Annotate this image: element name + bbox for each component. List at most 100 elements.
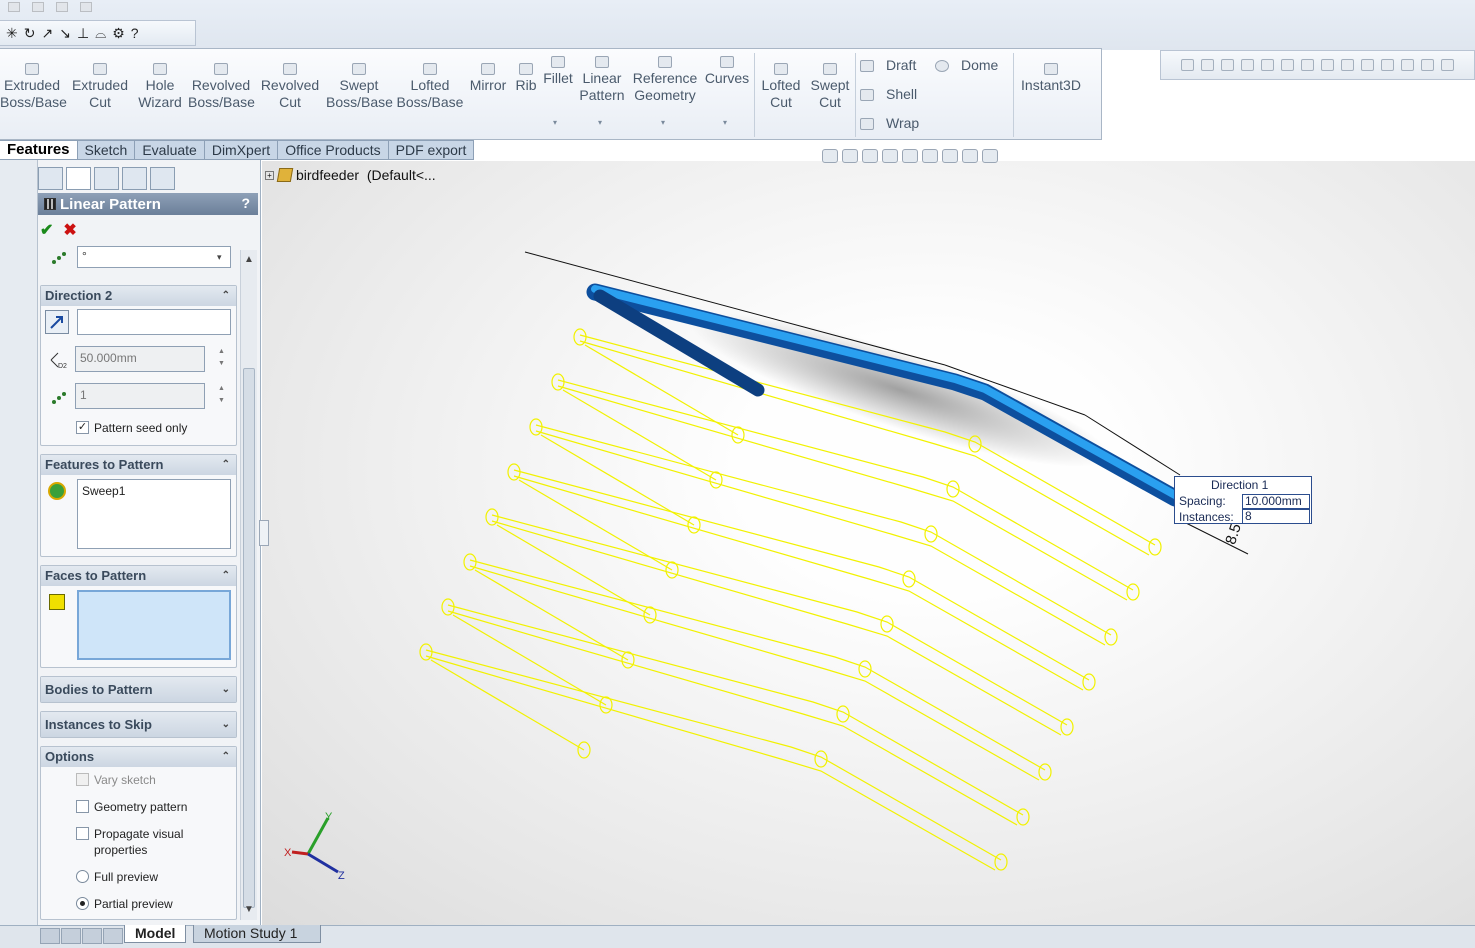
tool-icon[interactable] [1261, 59, 1274, 71]
expand-icon[interactable]: + [265, 170, 274, 180]
dropdown-arrow-icon[interactable]: ▾ [217, 252, 222, 263]
scroll-thumb[interactable] [243, 368, 255, 908]
hole-wizard-button[interactable]: Hole Wizard [136, 57, 184, 111]
expand-icon[interactable]: ⌄ [222, 712, 230, 737]
lofted-boss-button[interactable]: Lofted Boss/Base [396, 57, 464, 111]
tab-office-products[interactable]: Office Products [278, 140, 389, 160]
direction2-reference-field[interactable] [77, 309, 231, 335]
instances-input[interactable]: 8 [1242, 509, 1310, 524]
scroll-down-icon[interactable]: ▼ [244, 904, 254, 915]
direction1-callout[interactable]: Direction 1 Spacing: 10.000mm Instances:… [1174, 476, 1312, 524]
cancel-button[interactable]: ✖ [63, 220, 76, 240]
tab-pdf-export[interactable]: PDF export [388, 140, 475, 160]
revolved-cut-button[interactable]: Revolved Cut [258, 57, 322, 111]
panel-splitter[interactable] [259, 520, 269, 546]
dimxpert-manager-icon[interactable] [122, 167, 147, 190]
pm-scrollbar[interactable]: ▲ ▼ [240, 250, 257, 920]
hide-show-icon[interactable] [942, 149, 958, 163]
mirror-button[interactable]: Mirror [468, 57, 508, 94]
tab-dimxpert[interactable]: DimXpert [204, 140, 279, 160]
revolved-boss-button[interactable]: Revolved Boss/Base [188, 57, 255, 111]
instant3d-button[interactable]: Instant3D [1017, 57, 1085, 94]
tab-sketch[interactable]: Sketch [77, 140, 136, 160]
tool-icon[interactable] [1301, 59, 1314, 71]
point-tool-icon[interactable]: ✳ [6, 25, 18, 42]
wrap-button[interactable]: Wrap [860, 115, 919, 131]
features-header[interactable]: Features to Pattern ⌃ [41, 455, 236, 475]
faces-list[interactable] [77, 590, 231, 660]
first-tab-icon[interactable] [40, 928, 60, 944]
prev-tab-icon[interactable] [61, 928, 81, 944]
extruded-cut-button[interactable]: Extruded Cut [68, 57, 132, 111]
tool-icon[interactable] [1441, 59, 1454, 71]
geometry-pattern-checkbox[interactable] [76, 800, 89, 813]
display-style-icon[interactable] [922, 149, 938, 163]
view-orientation-icon[interactable] [902, 149, 918, 163]
tool-icon[interactable] [1281, 59, 1294, 71]
options-header[interactable]: Options ⌃ [41, 747, 236, 767]
partial-preview-radio[interactable] [76, 897, 89, 910]
display-manager-icon[interactable] [150, 167, 175, 190]
dome-button[interactable]: Dome [935, 57, 998, 73]
direction1-instances-field[interactable]: ° [77, 246, 231, 268]
tool-icon[interactable] [1241, 59, 1254, 71]
tool-icon[interactable] [1221, 59, 1234, 71]
linear-pattern-button[interactable]: Linear Pattern [578, 50, 626, 104]
direction2-instances-field[interactable]: 1 [75, 383, 205, 409]
page-icon[interactable] [80, 2, 92, 12]
spacing-input[interactable]: 10.000mm [1242, 494, 1310, 509]
reverse-direction-button[interactable] [45, 310, 69, 334]
tool-icon[interactable] [1321, 59, 1334, 71]
reference-geometry-button[interactable]: Reference Geometry [630, 50, 700, 104]
tab-model[interactable]: Model [124, 925, 187, 943]
vary-sketch-checkbox[interactable] [76, 773, 89, 786]
bodies-header[interactable]: Bodies to Pattern ⌄ [41, 677, 236, 702]
faces-header[interactable]: Faces to Pattern ⌃ [41, 566, 236, 586]
previous-view-icon[interactable] [862, 149, 878, 163]
feature-tree-flyout[interactable]: + birdfeeder (Default<... [265, 167, 436, 183]
rotate-tool-icon[interactable]: ↻ [24, 25, 36, 42]
zoom-area-icon[interactable] [842, 149, 858, 163]
tab-evaluate[interactable]: Evaluate [135, 140, 205, 160]
options-tool-icon[interactable]: ⚙ [112, 25, 125, 42]
tool-icon[interactable] [1401, 59, 1414, 71]
feature-manager-icon[interactable] [38, 167, 63, 190]
direction2-spacing-field[interactable]: 50.000mm [75, 346, 205, 372]
arrow-down-tool-icon[interactable]: ↘ [59, 25, 71, 42]
configuration-manager-icon[interactable] [94, 167, 119, 190]
last-tab-icon[interactable] [103, 928, 123, 944]
bodies-to-pattern-group[interactable]: Bodies to Pattern ⌄ [40, 676, 237, 703]
zoom-fit-icon[interactable] [822, 149, 838, 163]
curves-dropdown-icon[interactable]: ▾ [723, 118, 727, 127]
appearance-icon[interactable] [962, 149, 978, 163]
help-tool-icon[interactable]: ? [131, 25, 139, 41]
next-tab-icon[interactable] [82, 928, 102, 944]
tool-icon[interactable] [1201, 59, 1214, 71]
stop-icon[interactable] [32, 2, 44, 12]
skip-header[interactable]: Instances to Skip ⌄ [41, 712, 236, 737]
features-list[interactable]: Sweep1 [77, 479, 231, 549]
record-icon[interactable] [56, 2, 68, 12]
shell-button[interactable]: Shell [860, 86, 917, 102]
collapse-icon[interactable]: ⌃ [222, 747, 230, 767]
collapse-icon[interactable]: ⌃ [222, 566, 230, 586]
tool-icon[interactable] [1421, 59, 1434, 71]
help-icon[interactable]: ? [241, 195, 250, 211]
pattern-dropdown-icon[interactable]: ▾ [598, 118, 602, 127]
full-preview-radio[interactable] [76, 870, 89, 883]
scene-icon[interactable] [982, 149, 998, 163]
fillet-button[interactable]: Fillet [542, 50, 574, 87]
rib-button[interactable]: Rib [512, 57, 540, 94]
tool-icon[interactable] [1381, 59, 1394, 71]
property-manager-icon[interactable] [66, 167, 91, 190]
collapse-icon[interactable]: ⌃ [222, 286, 230, 306]
section-view-icon[interactable] [882, 149, 898, 163]
ok-button[interactable]: ✔ [40, 220, 53, 240]
refgeom-dropdown-icon[interactable]: ▾ [661, 118, 665, 127]
dome-tool-icon[interactable]: ⌓ [95, 25, 106, 42]
spacing-spinner-icon[interactable]: ▲ ▼ [215, 346, 228, 372]
tab-motion-study[interactable]: Motion Study 1 [193, 925, 321, 943]
lofted-cut-button[interactable]: Lofted Cut [758, 57, 804, 111]
drop-tool-icon[interactable]: ⊥ [77, 25, 89, 42]
instances-to-skip-group[interactable]: Instances to Skip ⌄ [40, 711, 237, 738]
